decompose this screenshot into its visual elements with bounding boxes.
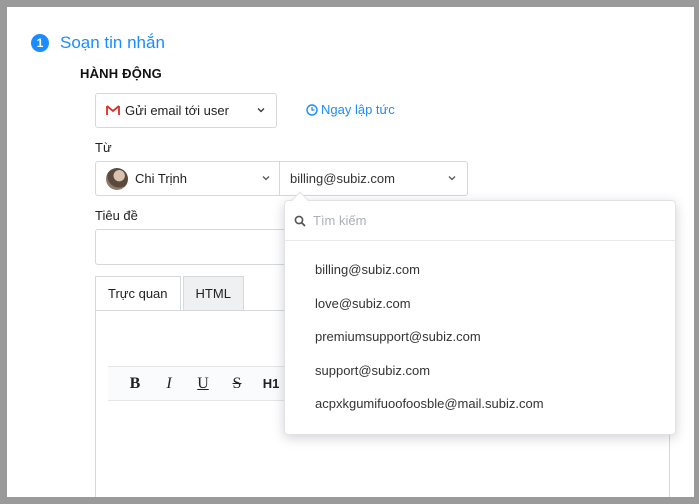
from-email-select[interactable]: billing@subiz.com: [279, 161, 468, 196]
chevron-down-icon: [262, 176, 270, 181]
from-agent-name: Chi Trịnh: [135, 171, 188, 186]
tab-visual[interactable]: Trực quan: [95, 276, 181, 311]
email-option[interactable]: love@subiz.com: [285, 287, 675, 321]
heading1-button[interactable]: H1: [254, 376, 288, 391]
italic-button[interactable]: I: [152, 375, 186, 393]
search-input[interactable]: [313, 213, 653, 228]
editor-tabs: Trực quan HTML: [95, 276, 244, 311]
underline-button[interactable]: U: [186, 375, 220, 393]
timing-link[interactable]: Ngay lập tức: [306, 102, 395, 117]
gmail-icon: [106, 105, 120, 115]
action-select[interactable]: Gửi email tới user: [95, 93, 277, 128]
email-dropdown: billing@subiz.com love@subiz.com premium…: [284, 191, 676, 435]
step-header: 1 Soạn tin nhắn: [31, 33, 165, 53]
clock-icon: [306, 103, 318, 116]
tab-html[interactable]: HTML: [182, 276, 244, 311]
chevron-down-icon: [257, 108, 265, 113]
step-number-badge: 1: [31, 34, 49, 52]
avatar: [106, 167, 128, 190]
from-agent-select[interactable]: Chi Trịnh: [95, 161, 280, 196]
bold-button[interactable]: B: [118, 375, 152, 393]
timing-label: Ngay lập tức: [321, 102, 395, 117]
email-option[interactable]: acpxkgumifuoofoosble@mail.subiz.com: [285, 387, 675, 421]
action-section-label: HÀNH ĐỘNG: [80, 66, 162, 81]
chevron-down-icon: [448, 176, 456, 181]
search-icon: [294, 215, 306, 227]
from-email-value: billing@subiz.com: [290, 171, 395, 186]
action-select-value: Gửi email tới user: [125, 103, 229, 118]
from-label: Từ: [95, 140, 112, 155]
subject-input[interactable]: [95, 229, 295, 265]
step-title: Soạn tin nhắn: [60, 33, 165, 52]
dropdown-search: [285, 201, 675, 241]
strikethrough-button[interactable]: S: [220, 375, 254, 393]
subject-label: Tiêu đề: [95, 208, 138, 223]
email-option[interactable]: support@subiz.com: [285, 354, 675, 388]
email-option-list: billing@subiz.com love@subiz.com premium…: [285, 253, 675, 421]
composer-panel: 1 Soạn tin nhắn HÀNH ĐỘNG Gửi email tới …: [7, 7, 694, 497]
email-option[interactable]: billing@subiz.com: [285, 253, 675, 287]
email-option[interactable]: premiumsupport@subiz.com: [285, 320, 675, 354]
